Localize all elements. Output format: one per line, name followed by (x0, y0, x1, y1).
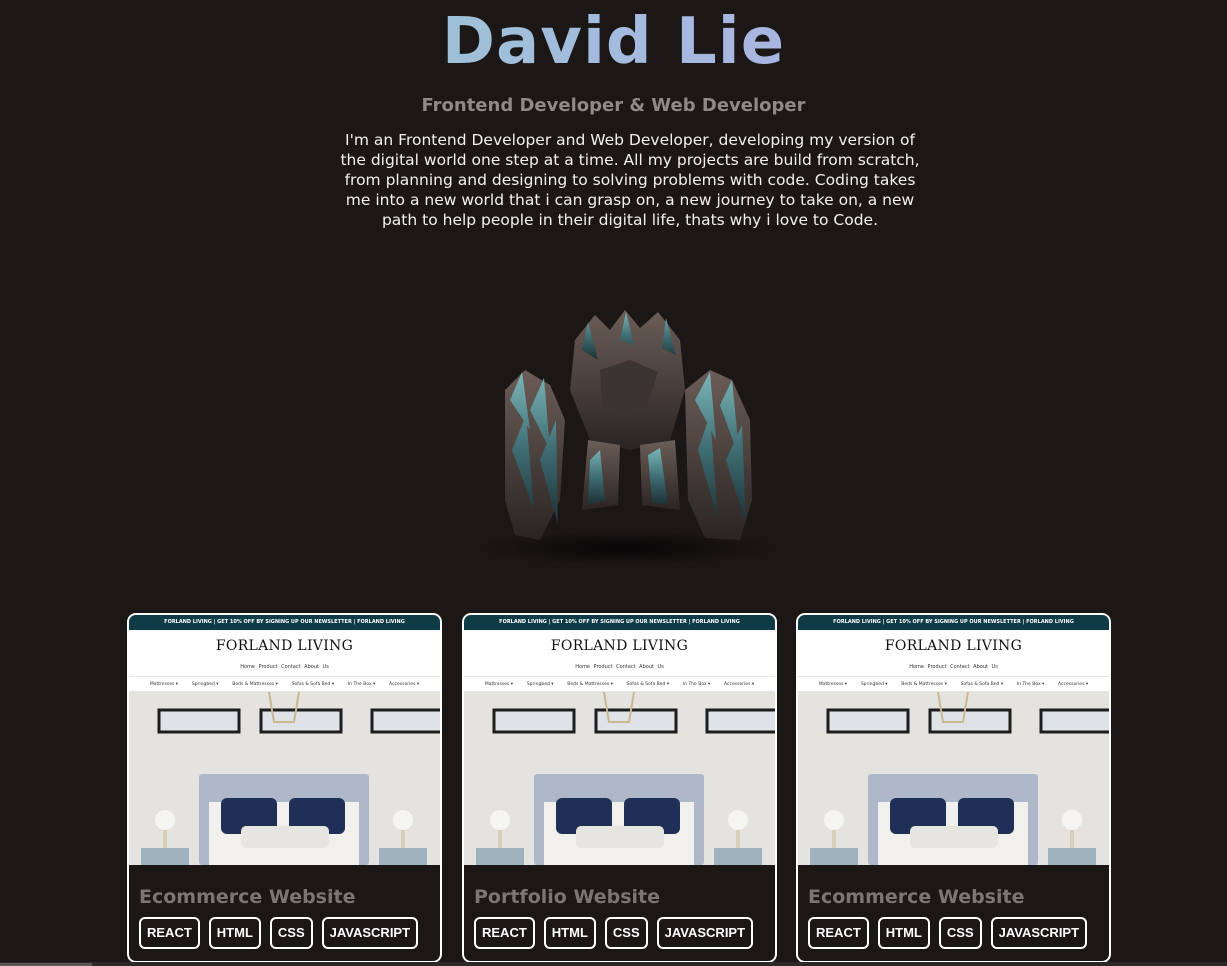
project-thumbnail[interactable]: FORLAND LIVING | GET 10% OFF BY SIGNING … (464, 615, 775, 865)
thumbnail-brand: FORLAND LIVING (550, 638, 689, 654)
thumbnail-nav-link: Home (575, 664, 590, 670)
thumbnail-nav-link: About Us (973, 664, 998, 670)
thumbnail-category: In The Box ▾ (347, 681, 376, 687)
tech-tag-react[interactable]: REACT (139, 917, 200, 949)
thumbnail-categories: Mattresses ▾ Springbed ▾ Beds & Mattress… (798, 676, 1109, 692)
thumbnail-nav: Home Product Contact About Us (464, 664, 775, 676)
thumbnail-nav-link: Product (927, 664, 947, 670)
thumbnail-category: Accessories ▾ (1058, 681, 1089, 687)
project-card[interactable]: FORLAND LIVING | GET 10% OFF BY SIGNING … (796, 613, 1111, 963)
bedroom-photo (798, 691, 1109, 865)
tech-tag-css[interactable]: CSS (604, 917, 648, 949)
tech-tag-react[interactable]: REACT (474, 917, 535, 949)
thumbnail-brand: FORLAND LIVING (884, 638, 1023, 654)
project-card[interactable]: FORLAND LIVING | GET 10% OFF BY SIGNING … (462, 613, 777, 963)
thumbnail-nav-link: About Us (304, 664, 329, 670)
thumbnail-category: Beds & Mattresses ▾ (232, 681, 278, 687)
thumbnail-category: Springbed ▾ (860, 681, 888, 687)
tech-tag-javascript[interactable]: JAVASCRIPT (321, 917, 419, 949)
thumbnail-category: In The Box ▾ (682, 681, 711, 687)
thumbnail-category: Beds & Mattresses ▾ (567, 681, 613, 687)
thumbnail-nav-link: Contact (950, 664, 970, 670)
thumbnail-nav: Home Product Contact About Us (129, 664, 440, 676)
tech-tags: REACT HTML CSS JAVASCRIPT (474, 917, 754, 949)
thumbnail-category: Sofas & Sofa Bed ▾ (960, 681, 1004, 687)
thumbnail-category: Mattresses ▾ (818, 681, 848, 687)
thumbnail-category: Beds & Mattresses ▾ (901, 681, 947, 687)
thumbnail-banner: FORLAND LIVING | GET 10% OFF BY SIGNING … (798, 615, 1109, 630)
project-title: Ecommerce Website (139, 886, 356, 908)
bedroom-photo (464, 691, 775, 865)
thumbnail-category: Sofas & Sofa Bed ▾ (291, 681, 335, 687)
thumbnail-nav-link: Home (909, 664, 924, 670)
portfolio-page: David Lie Frontend Developer & Web Devel… (0, 0, 1227, 966)
tech-tag-html[interactable]: HTML (543, 917, 596, 949)
project-title: Portfolio Website (474, 886, 661, 908)
horizontal-scrollbar[interactable] (0, 962, 1227, 966)
thumbnail-banner: FORLAND LIVING | GET 10% OFF BY SIGNING … (464, 615, 775, 630)
thumbnail-nav-link: Product (593, 664, 613, 670)
crystal-golem-image (475, 310, 775, 566)
hero-name: David Lie (0, 2, 1227, 82)
tech-tag-javascript[interactable]: JAVASCRIPT (656, 917, 754, 949)
thumbnail-category: Mattresses ▾ (149, 681, 179, 687)
thumbnail-category: Springbed ▾ (191, 681, 219, 687)
thumbnail-nav-link: Contact (616, 664, 636, 670)
thumbnail-nav: Home Product Contact About Us (798, 664, 1109, 676)
thumbnail-nav-link: About Us (639, 664, 664, 670)
thumbnail-category: Springbed ▾ (526, 681, 554, 687)
project-card[interactable]: FORLAND LIVING | GET 10% OFF BY SIGNING … (127, 613, 442, 963)
project-thumbnail[interactable]: FORLAND LIVING | GET 10% OFF BY SIGNING … (798, 615, 1109, 865)
thumbnail-category: Accessories ▾ (724, 681, 755, 687)
tech-tag-react[interactable]: REACT (808, 917, 869, 949)
tech-tag-html[interactable]: HTML (877, 917, 930, 949)
thumbnail-categories: Mattresses ▾ Springbed ▾ Beds & Mattress… (464, 676, 775, 692)
tech-tag-html[interactable]: HTML (208, 917, 261, 949)
tech-tags: REACT HTML CSS JAVASCRIPT (139, 917, 419, 949)
tech-tag-css[interactable]: CSS (938, 917, 982, 949)
bedroom-photo (129, 691, 440, 865)
thumbnail-category: Mattresses ▾ (484, 681, 514, 687)
thumbnail-nav-link: Product (258, 664, 278, 670)
thumbnail-nav-link: Contact (281, 664, 301, 670)
tech-tag-javascript[interactable]: JAVASCRIPT (990, 917, 1088, 949)
thumbnail-banner: FORLAND LIVING | GET 10% OFF BY SIGNING … (129, 615, 440, 630)
thumbnail-category: In The Box ▾ (1016, 681, 1045, 687)
tech-tag-css[interactable]: CSS (269, 917, 313, 949)
project-thumbnail[interactable]: FORLAND LIVING | GET 10% OFF BY SIGNING … (129, 615, 440, 865)
thumbnail-brand: FORLAND LIVING (215, 638, 354, 654)
tech-tags: REACT HTML CSS JAVASCRIPT (808, 917, 1088, 949)
thumbnail-nav-link: Home (240, 664, 255, 670)
project-title: Ecommerce Website (808, 886, 1025, 908)
thumbnail-category: Accessories ▾ (389, 681, 420, 687)
thumbnail-category: Sofas & Sofa Bed ▾ (626, 681, 670, 687)
thumbnail-categories: Mattresses ▾ Springbed ▾ Beds & Mattress… (129, 676, 440, 692)
hero-role: Frontend Developer & Web Developer (421, 95, 806, 116)
hero-bio: I'm an Frontend Developer and Web Develo… (340, 131, 920, 229)
